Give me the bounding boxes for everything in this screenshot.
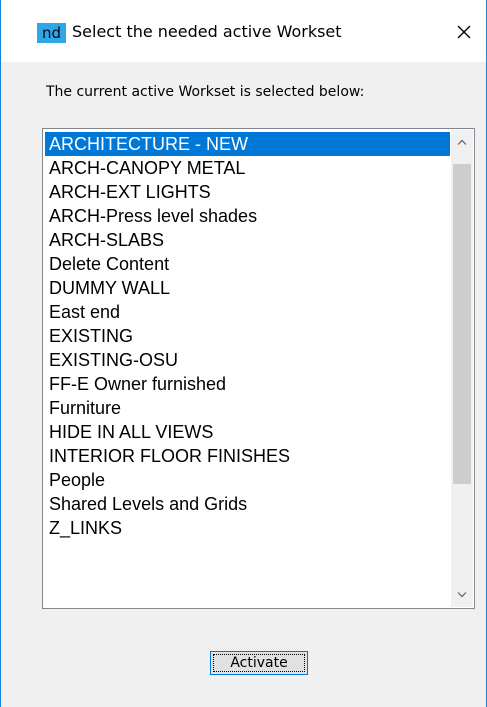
title-bar[interactable]: nd Select the needed active Workset (1, 0, 486, 62)
workset-item[interactable]: Shared Levels and Grids (45, 492, 450, 516)
workset-item[interactable]: ARCH-SLABS (45, 228, 450, 252)
scroll-down-button[interactable] (451, 583, 473, 607)
workset-item[interactable]: INTERIOR FLOOR FINISHES (45, 444, 450, 468)
activate-button-label: Activate (213, 654, 305, 672)
workset-list: ARCHITECTURE - NEW ARCH-CANOPY METAL ARCH-… (45, 132, 450, 540)
workset-item[interactable]: Furniture (45, 396, 450, 420)
chevron-down-icon (457, 592, 467, 598)
dialog-window: nd Select the needed active Workset The … (0, 0, 487, 707)
workset-listbox[interactable]: ARCHITECTURE - NEW ARCH-CANOPY METAL ARCH-… (42, 128, 475, 609)
workset-item[interactable]: EXISTING (45, 324, 450, 348)
scroll-up-button[interactable] (451, 130, 473, 154)
workset-item[interactable]: Z_LINKS (45, 516, 450, 540)
activate-button[interactable]: Activate (210, 651, 308, 675)
workset-item[interactable]: Delete Content (45, 252, 450, 276)
workset-item[interactable]: EXISTING-OSU (45, 348, 450, 372)
workset-item[interactable]: HIDE IN ALL VIEWS (45, 420, 450, 444)
app-icon: nd (37, 23, 66, 43)
chevron-up-icon (457, 139, 467, 145)
workset-item[interactable]: ARCH-EXT LIGHTS (45, 180, 450, 204)
workset-item[interactable]: East end (45, 300, 450, 324)
workset-item[interactable]: People (45, 468, 450, 492)
workset-item[interactable]: ARCH-Press level shades (45, 204, 450, 228)
window-title: Select the needed active Workset (72, 22, 342, 41)
scrollbar-thumb[interactable] (453, 164, 471, 484)
workset-item[interactable]: ARCHITECTURE - NEW (45, 132, 450, 156)
vertical-scrollbar[interactable] (451, 130, 473, 607)
workset-item[interactable]: FF-E Owner furnished (45, 372, 450, 396)
instruction-text: The current active Workset is selected b… (46, 84, 365, 100)
close-button[interactable] (444, 15, 484, 49)
close-icon (457, 25, 471, 39)
workset-item[interactable]: ARCH-CANOPY METAL (45, 156, 450, 180)
workset-item[interactable]: DUMMY WALL (45, 276, 450, 300)
